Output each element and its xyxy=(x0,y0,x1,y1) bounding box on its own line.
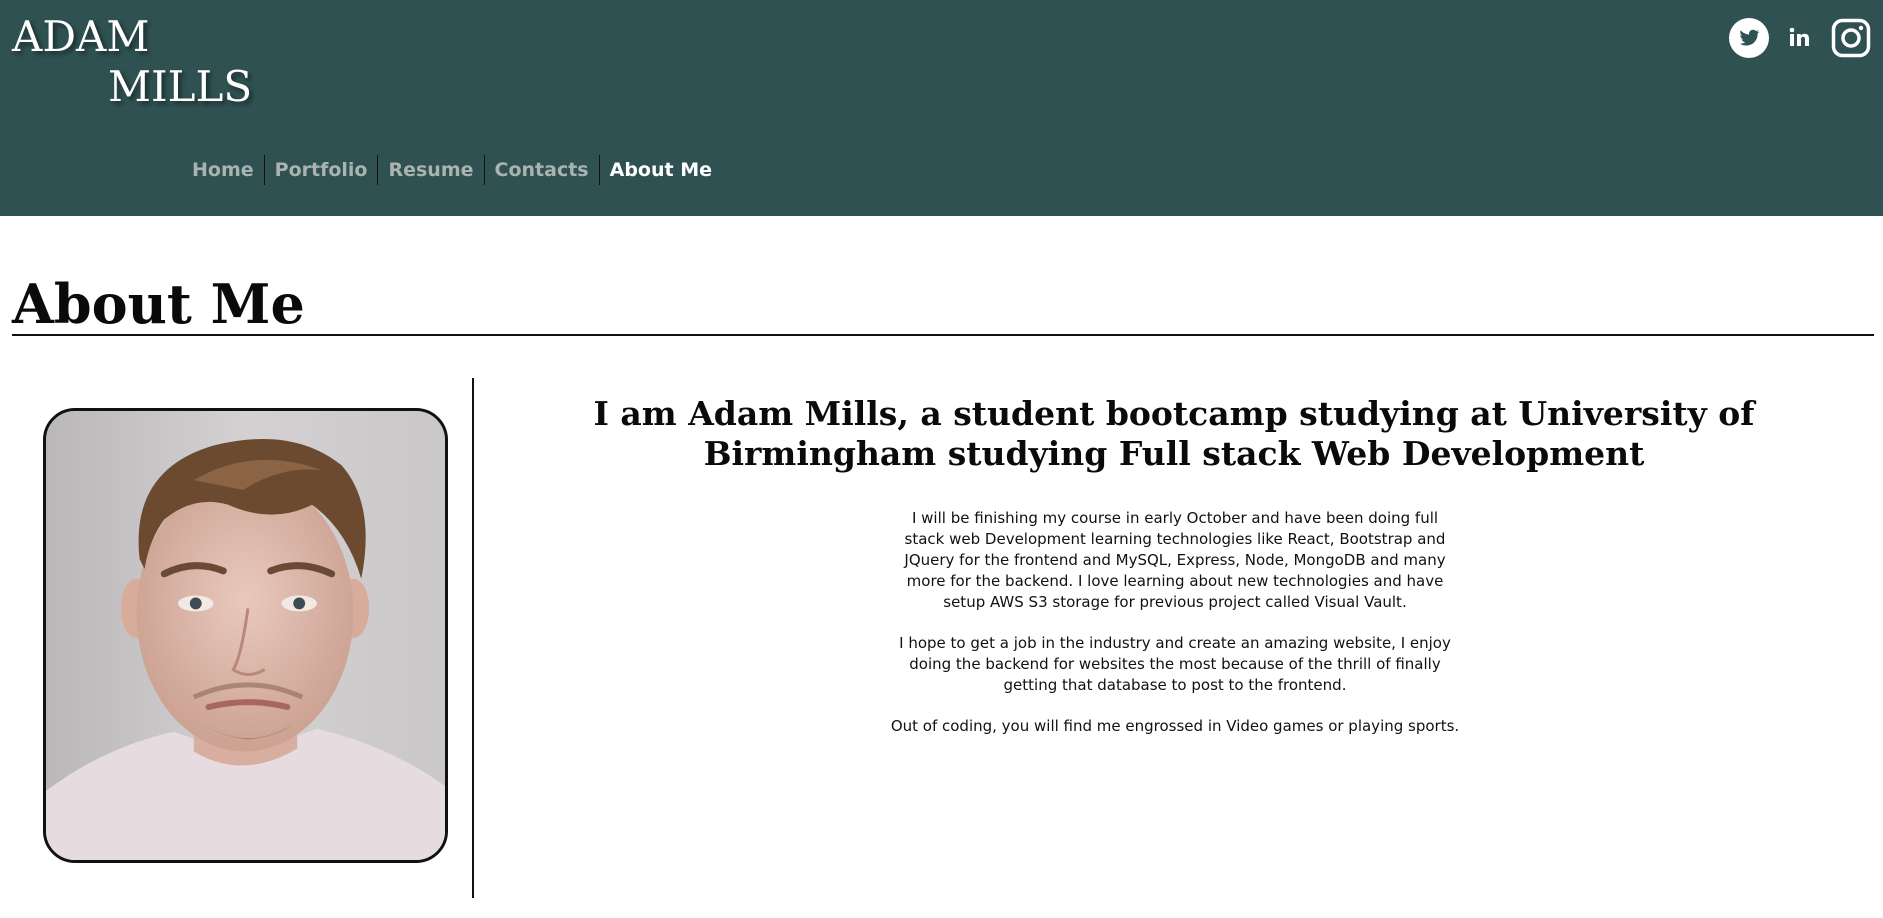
site-logo[interactable]: ADAM MILLS xyxy=(12,12,252,112)
nav-link-home[interactable]: Home xyxy=(182,155,264,185)
logo-line-2: MILLS xyxy=(108,62,253,111)
nav-link-contacts[interactable]: Contacts xyxy=(483,155,599,185)
bio-paragraph: Out of coding, you will find me engrosse… xyxy=(890,717,1460,735)
title-divider xyxy=(12,334,1874,336)
instagram-icon xyxy=(1831,18,1871,58)
nav-link-portfolio[interactable]: Portfolio xyxy=(263,155,378,185)
intro-heading: I am Adam Mills, a student bootcamp stud… xyxy=(593,394,1755,473)
main-nav: Home Portfolio Resume Contacts About Me xyxy=(182,155,722,185)
page-title: About Me xyxy=(12,272,305,336)
profile-photo xyxy=(43,408,448,863)
column-divider xyxy=(472,378,474,898)
twitter-link[interactable] xyxy=(1729,18,1769,58)
linkedin-icon xyxy=(1789,27,1809,46)
linkedin-link[interactable] xyxy=(1787,25,1813,51)
bio-paragraph: I will be finishing my course in early O… xyxy=(904,509,1446,611)
nav-link-resume[interactable]: Resume xyxy=(377,155,483,185)
site-header: ADAM MILLS Home Portfolio Resume Contact… xyxy=(0,0,1883,216)
social-links xyxy=(1729,18,1871,58)
instagram-link[interactable] xyxy=(1831,18,1871,58)
logo-line-1: ADAM xyxy=(12,12,150,61)
profile-photo-image xyxy=(46,411,445,860)
bio-paragraph: I hope to get a job in the industry and … xyxy=(899,634,1451,694)
nav-link-about-me[interactable]: About Me xyxy=(598,155,722,185)
twitter-icon xyxy=(1729,18,1769,58)
bio-text: I will be finishing my course in early O… xyxy=(890,508,1460,757)
